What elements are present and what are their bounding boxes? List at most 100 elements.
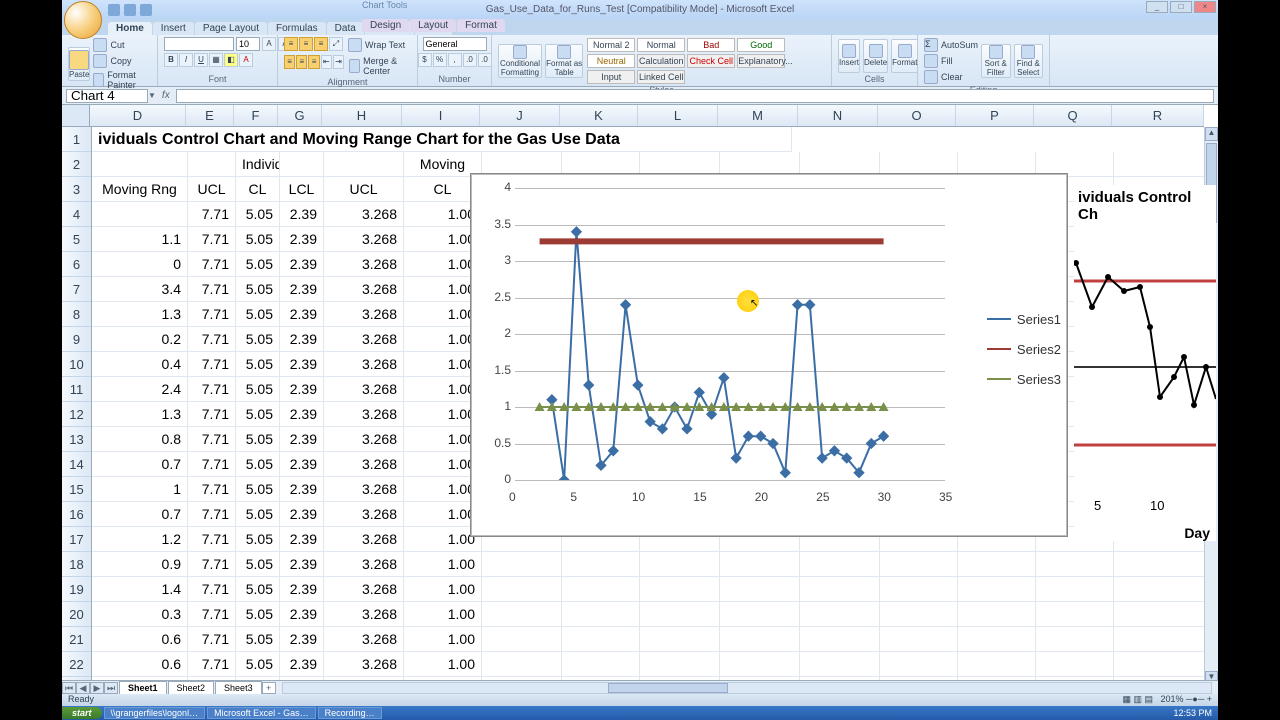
cell[interactable] xyxy=(800,552,880,577)
cell[interactable] xyxy=(958,577,1036,602)
font-color-button[interactable]: A xyxy=(239,53,253,67)
cell[interactable]: 1.2 xyxy=(92,527,188,552)
align-bottom-button[interactable]: ≡ xyxy=(314,37,328,51)
undo-icon[interactable] xyxy=(124,4,136,16)
cell[interactable]: 5.05 xyxy=(236,202,280,227)
cell[interactable]: 0.4 xyxy=(92,352,188,377)
cell[interactable] xyxy=(720,602,800,627)
cell[interactable] xyxy=(958,602,1036,627)
cell[interactable]: 2.39 xyxy=(280,452,324,477)
cell[interactable] xyxy=(562,627,640,652)
row-header-2[interactable]: 2 xyxy=(62,152,91,177)
row-header-7[interactable]: 7 xyxy=(62,277,91,302)
align-left-button[interactable]: ≡ xyxy=(284,55,295,69)
cell[interactable]: 3.4 xyxy=(92,277,188,302)
cell[interactable]: 2.39 xyxy=(280,227,324,252)
cell[interactable]: 7.71 xyxy=(188,402,236,427)
cell[interactable] xyxy=(1036,652,1114,677)
cell[interactable]: 0.7 xyxy=(92,452,188,477)
cell[interactable]: 3.268 xyxy=(324,227,404,252)
cell[interactable]: 5.05 xyxy=(236,477,280,502)
cell[interactable]: 5.05 xyxy=(236,527,280,552)
cell[interactable]: 7.71 xyxy=(188,202,236,227)
cell[interactable]: 5.05 xyxy=(236,602,280,627)
cell[interactable]: 7.71 xyxy=(188,352,236,377)
quick-access-toolbar[interactable] xyxy=(108,4,152,16)
cell[interactable] xyxy=(280,152,324,177)
cell[interactable]: 3.268 xyxy=(324,402,404,427)
decrease-decimal-button[interactable]: .0 xyxy=(478,53,492,67)
cell[interactable] xyxy=(640,627,720,652)
sort-filter-button[interactable]: Sort & Filter xyxy=(981,44,1010,78)
select-all-corner[interactable] xyxy=(62,105,90,126)
autosum-button[interactable]: ΣAutoSum xyxy=(924,37,978,53)
cell[interactable]: 2.39 xyxy=(280,327,324,352)
cell[interactable]: 1 xyxy=(92,477,188,502)
italic-button[interactable]: I xyxy=(179,53,193,67)
cell[interactable]: 0.9 xyxy=(92,552,188,577)
row-header-20[interactable]: 20 xyxy=(62,602,91,627)
cell[interactable]: 5.05 xyxy=(236,627,280,652)
cell[interactable] xyxy=(720,652,800,677)
sheet-tab-sheet1[interactable]: Sheet1 xyxy=(119,681,167,695)
redo-icon[interactable] xyxy=(140,4,152,16)
tab-home[interactable]: Home xyxy=(108,22,152,35)
row-header-1[interactable]: 1 xyxy=(62,127,91,152)
tab-insert[interactable]: Insert xyxy=(153,22,194,35)
find-select-button[interactable]: Find & Select xyxy=(1014,44,1043,78)
cell[interactable]: 3.268 xyxy=(324,502,404,527)
cell[interactable]: 7.71 xyxy=(188,227,236,252)
title-cell[interactable]: ividuals Control Chart and Moving Range … xyxy=(92,127,792,152)
col-header-G[interactable]: G xyxy=(278,105,322,126)
chart-legend[interactable]: Series1Series2Series3 xyxy=(987,304,1061,394)
cell[interactable]: 1.00 xyxy=(404,577,482,602)
cell[interactable]: 3.268 xyxy=(324,652,404,677)
cell[interactable]: 0.3 xyxy=(92,602,188,627)
cell[interactable]: 2.39 xyxy=(280,252,324,277)
cell[interactable]: 3.268 xyxy=(324,277,404,302)
comma-button[interactable]: , xyxy=(448,53,462,67)
view-buttons[interactable]: ▦ ▥ ▤ xyxy=(1122,694,1153,704)
cell[interactable] xyxy=(1114,602,1206,627)
col-header-E[interactable]: E xyxy=(186,105,234,126)
cell[interactable] xyxy=(92,152,188,177)
fx-icon[interactable]: fx xyxy=(162,90,170,101)
minimize-button[interactable]: _ xyxy=(1146,1,1168,13)
cell[interactable] xyxy=(880,552,958,577)
align-middle-button[interactable]: ≡ xyxy=(299,37,313,51)
percent-button[interactable]: % xyxy=(433,53,447,67)
cell[interactable]: 5.05 xyxy=(236,277,280,302)
cell[interactable]: UCL xyxy=(324,177,404,202)
cell[interactable]: 5.05 xyxy=(236,402,280,427)
scroll-up-button[interactable]: ▲ xyxy=(1205,127,1218,141)
tab-data[interactable]: Data xyxy=(327,22,364,35)
tab-formulas[interactable]: Formulas xyxy=(268,22,326,35)
row-headers[interactable]: 1234567891011121314151617181920212223 xyxy=(62,127,92,685)
cell[interactable]: 3.268 xyxy=(324,202,404,227)
cell[interactable] xyxy=(562,652,640,677)
legend-item[interactable]: Series2 xyxy=(987,334,1061,364)
cell[interactable]: 7.71 xyxy=(188,252,236,277)
row-header-15[interactable]: 15 xyxy=(62,477,91,502)
delete-cells-button[interactable]: Delete xyxy=(863,39,888,73)
cell[interactable]: 0.8 xyxy=(92,427,188,452)
cell[interactable]: 7.71 xyxy=(188,502,236,527)
currency-button[interactable]: $ xyxy=(418,53,432,67)
row-header-3[interactable]: 3 xyxy=(62,177,91,202)
paste-button[interactable]: Paste xyxy=(68,47,90,81)
cell[interactable]: 1.00 xyxy=(404,602,482,627)
cell-style-option[interactable]: Good xyxy=(737,38,785,52)
cell[interactable]: Individuals xyxy=(236,152,280,177)
name-box[interactable] xyxy=(66,89,148,103)
row-header-19[interactable]: 19 xyxy=(62,577,91,602)
cell-style-option[interactable]: Neutral xyxy=(587,54,635,68)
row-header-17[interactable]: 17 xyxy=(62,527,91,552)
cell[interactable]: 2.39 xyxy=(280,427,324,452)
cell[interactable] xyxy=(562,602,640,627)
row-header-14[interactable]: 14 xyxy=(62,452,91,477)
cell[interactable] xyxy=(1036,627,1114,652)
cell[interactable]: Moving Rng xyxy=(92,177,188,202)
col-header-H[interactable]: H xyxy=(322,105,402,126)
copy-button[interactable]: Copy xyxy=(93,53,151,69)
cell[interactable]: 3.268 xyxy=(324,252,404,277)
